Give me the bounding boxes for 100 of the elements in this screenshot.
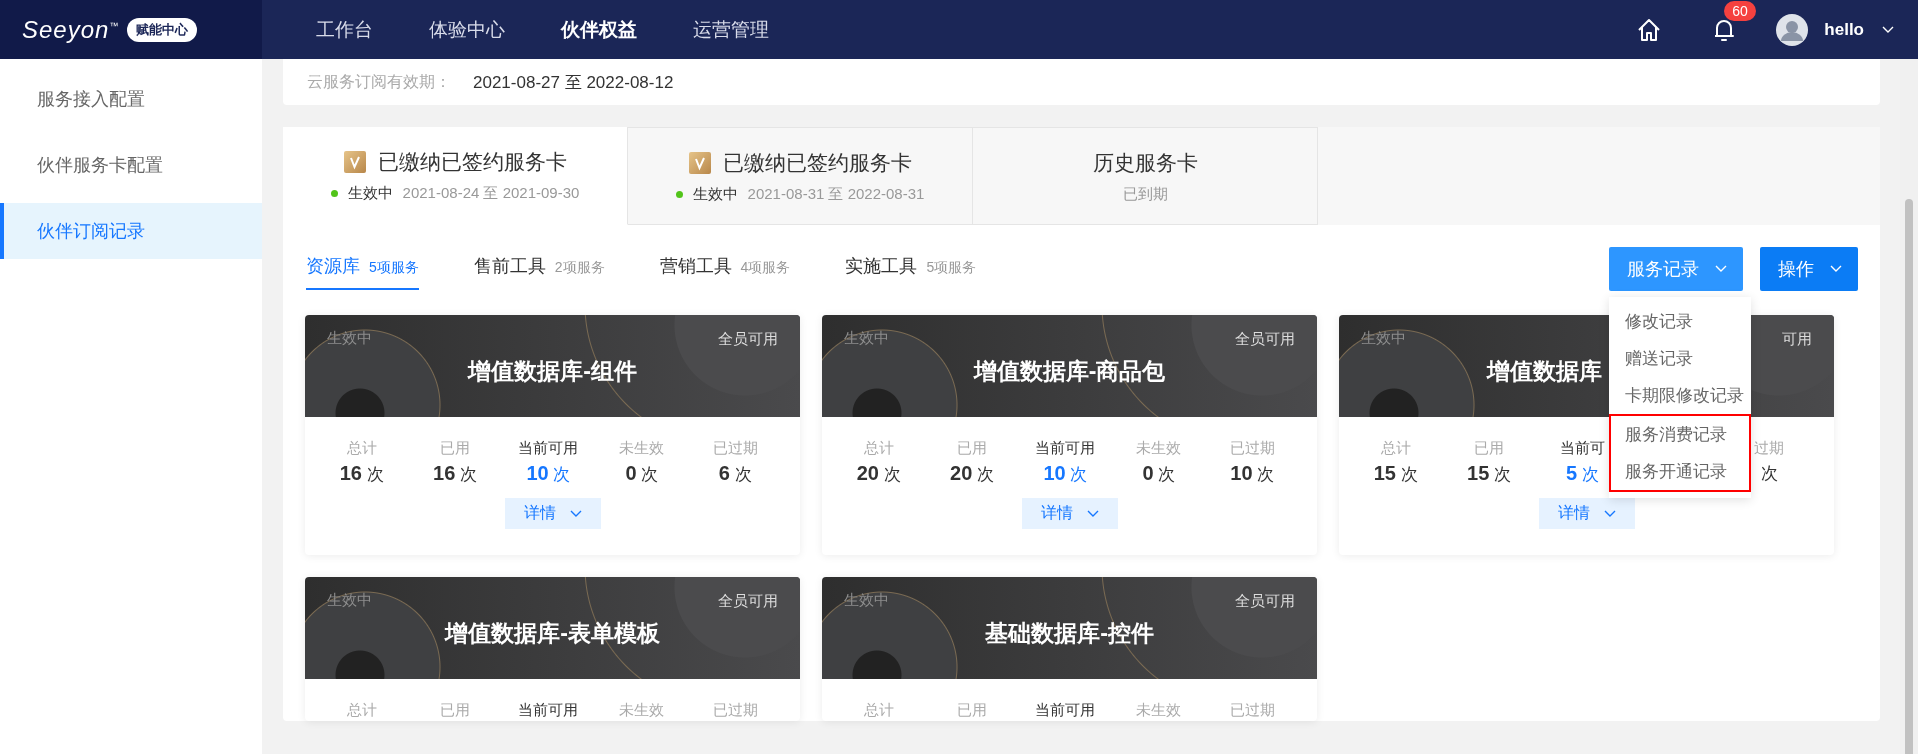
stat-value: 10 次 (1043, 462, 1088, 486)
caret-icon (1715, 265, 1727, 273)
stat-label: 未生效 (619, 701, 665, 720)
status-text: 已到期 (1122, 184, 1168, 204)
info-value: 2021-08-27 至 2022-08-12 (473, 71, 674, 94)
scope-label: 全员可用 (1235, 592, 1295, 611)
card-title: 增值数据库-商品包 (973, 356, 1166, 386)
stat-label: 总计 (346, 439, 377, 458)
stat-label: 总计 (863, 701, 894, 720)
menu-item[interactable]: 修改记录 (1609, 303, 1751, 340)
stat-value: 15 次 (1467, 462, 1512, 486)
scope-label: 全员可用 (718, 330, 778, 349)
stat-label: 总计 (1380, 439, 1411, 458)
stat-label: 总计 (863, 439, 894, 458)
info-label: 云服务订阅有效期： (307, 71, 451, 92)
stat-label: 过期 (1754, 439, 1785, 458)
details-button[interactable]: 详情 (1538, 498, 1635, 529)
stat-value: 10 次 (526, 462, 571, 486)
stat-value: 10 次 (1230, 462, 1275, 486)
menu-item[interactable]: 卡期限修改记录 (1609, 377, 1751, 414)
nav-item[interactable]: 运营管理 (665, 0, 797, 59)
stat-label: 未生效 (1136, 439, 1182, 458)
stat-label: 当前可用 (518, 439, 579, 458)
scope-label: 全员可用 (718, 592, 778, 611)
stat-label: 已用 (440, 439, 471, 458)
card-tab[interactable]: 历史服务卡 已到期 (973, 127, 1318, 225)
date-range: 2021-08-24 至 2021-09-30 (402, 184, 580, 203)
stat-value: 0 次 (625, 462, 659, 486)
stat-value: 16 次 (339, 462, 384, 486)
stat-label: 当前可用 (1035, 439, 1096, 458)
card-tab[interactable]: 已缴纳已签约服务卡 生效中 2021-08-31 至 2022-08-31 (628, 127, 973, 225)
scope-label: 可用 (1782, 330, 1812, 349)
stat-label: 当前可 (1560, 439, 1605, 458)
status-label: 生效中 (844, 329, 889, 348)
status-text: 生效中 (692, 184, 738, 204)
stat-value: 20 次 (950, 462, 995, 486)
status-label: 生效中 (327, 329, 372, 348)
stat-label: 已过期 (1229, 439, 1275, 458)
card-tab-title: 已缴纳已签约服务卡 (377, 149, 567, 175)
stat-label: 已过期 (1229, 701, 1275, 720)
category-tab[interactable]: 售前工具 2项服务 (473, 248, 605, 290)
menu-item[interactable]: 服务开通记录 (1611, 453, 1749, 490)
stat-value: 15 次 (1373, 462, 1418, 486)
caret-icon (1603, 509, 1616, 518)
stat-label: 未生效 (619, 439, 665, 458)
status-dot-icon (330, 190, 338, 197)
sidebar-item[interactable]: 伙伴订阅记录 (0, 203, 262, 259)
stat-label: 已用 (440, 701, 471, 720)
logo[interactable]: Seeyon$^{™}$ (22, 15, 120, 44)
card-tab[interactable]: 已缴纳已签约服务卡 生效中 2021-08-24 至 2021-09-30 (283, 127, 628, 225)
stat-value: 0 次 (1142, 462, 1176, 486)
stat-label: 已用 (1474, 439, 1505, 458)
stat-label: 总计 (346, 701, 377, 720)
avatar-icon[interactable] (1776, 13, 1809, 46)
card-tab-title: 历史服务卡 (1092, 149, 1198, 176)
stat-label: 当前可用 (1035, 701, 1096, 720)
menu-item[interactable]: 服务消费记录 (1611, 416, 1749, 453)
card-badge-icon (688, 151, 711, 174)
card-tab-title: 已缴纳已签约服务卡 (722, 149, 912, 176)
menu-item[interactable]: 赠送记录 (1609, 340, 1751, 377)
logo-badge: 赋能中心 (127, 17, 198, 42)
nav-item[interactable]: 体验中心 (401, 0, 533, 59)
card-title: 增值数据库-表单模板 (445, 618, 660, 648)
card-title: 增值数据库-组件 (468, 356, 637, 386)
scope-label: 全员可用 (1235, 330, 1295, 349)
dropdown-button[interactable]: 操作 (1760, 247, 1858, 291)
details-button[interactable]: 详情 (504, 498, 601, 529)
caret-icon (1086, 509, 1099, 518)
status-text: 生效中 (347, 184, 393, 203)
caret-icon (1830, 265, 1842, 273)
stat-label: 当前可用 (518, 701, 579, 720)
stat-label: 已用 (957, 439, 988, 458)
caret-icon (569, 509, 582, 518)
stat-label: 已用 (957, 701, 988, 720)
nav-item[interactable]: 工作台 (288, 0, 401, 59)
stat-label: 未生效 (1136, 701, 1182, 720)
user-name[interactable]: hello (1824, 19, 1864, 40)
stat-value: 6 次 (718, 462, 752, 486)
status-label: 生效中 (327, 591, 372, 610)
date-range: 2021-08-31 至 2022-08-31 (747, 184, 925, 204)
nav-item[interactable]: 伙伴权益 (533, 0, 665, 59)
card-title: 基础数据库-控件 (985, 618, 1154, 648)
category-tab[interactable]: 实施工具 5项服务 (845, 248, 977, 290)
stat-label: 已过期 (712, 701, 758, 720)
stat-value: 20 次 (856, 462, 901, 486)
stat-value: 5 次 (1566, 462, 1599, 486)
card-title: 增值数据库 (1487, 356, 1602, 386)
status-label: 生效中 (1361, 329, 1406, 348)
notification-badge: 60 (1724, 0, 1756, 21)
details-button[interactable]: 详情 (1021, 498, 1118, 529)
category-tab[interactable]: 资源库 5项服务 (306, 248, 419, 290)
status-dot-icon (675, 190, 683, 198)
category-tab[interactable]: 营销工具 4项服务 (659, 248, 791, 290)
sidebar-item[interactable]: 服务接入配置 (0, 71, 262, 127)
stat-value: 16 次 (433, 462, 478, 486)
stat-label: 已过期 (712, 439, 758, 458)
sidebar-item[interactable]: 伙伴服务卡配置 (0, 137, 262, 193)
status-label: 生效中 (844, 591, 889, 610)
caret-icon[interactable] (1882, 25, 1894, 34)
stat-value: 次 (1760, 463, 1778, 485)
